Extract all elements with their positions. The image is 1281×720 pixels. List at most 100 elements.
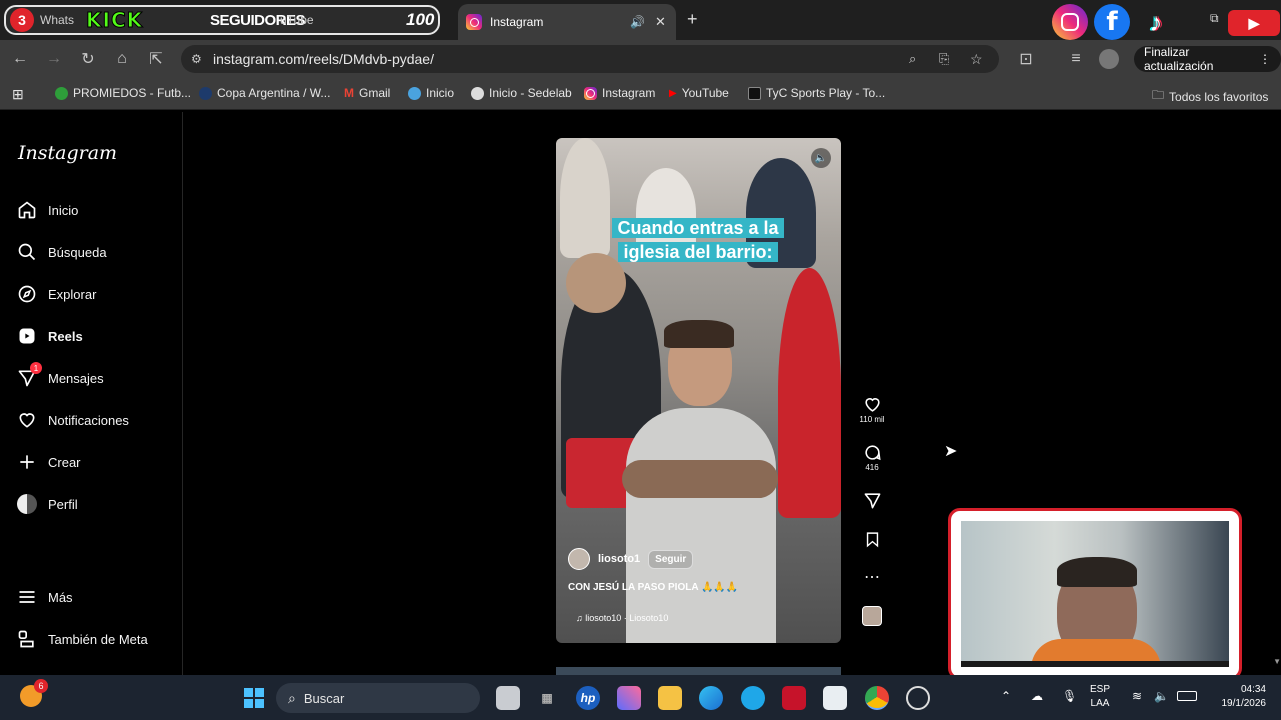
bookmark-tyc[interactable]: TyC Sports Play - To... bbox=[748, 86, 885, 100]
install-app-icon[interactable]: ⎘ bbox=[939, 51, 949, 67]
share-button[interactable] bbox=[858, 489, 886, 511]
hp-icon[interactable]: hp bbox=[576, 686, 600, 710]
reel-audio[interactable]: ♫ liosoto10 · Liosoto10 bbox=[576, 613, 668, 623]
microsoft-store-icon[interactable] bbox=[823, 686, 847, 710]
weather-widget-icon[interactable]: 6 bbox=[20, 679, 48, 707]
home-icon[interactable]: ⌂ bbox=[112, 49, 132, 69]
reel-description[interactable]: CON JESÚ LA PASO PIOLA 🙏🙏🙏 bbox=[568, 582, 738, 593]
youtube-overlay-icon: ▶ bbox=[1228, 10, 1280, 36]
forward-icon[interactable]: → bbox=[44, 49, 64, 69]
bookmark-inicio[interactable]: Inicio bbox=[408, 86, 454, 100]
bookmark-youtube[interactable]: ▶ YouTube bbox=[669, 86, 729, 100]
comment-button[interactable]: 416 bbox=[858, 441, 886, 472]
nav-item-crear[interactable]: Crear bbox=[16, 450, 81, 474]
language-indicator[interactable]: ESP LAA bbox=[1090, 683, 1110, 711]
edge-icon[interactable] bbox=[699, 686, 723, 710]
scroll-down-arrow-icon[interactable]: ▼ bbox=[1273, 657, 1281, 666]
bookmark-star-icon[interactable]: ☆ bbox=[970, 51, 983, 68]
author-username[interactable]: liosoto1 bbox=[598, 553, 640, 565]
keyboard-layout: LAA bbox=[1090, 698, 1110, 709]
bookmark-label: YouTube bbox=[681, 86, 729, 100]
streamer-hair bbox=[1057, 557, 1137, 587]
mcafee-icon[interactable] bbox=[782, 686, 806, 710]
nav-item-mas[interactable]: Más bbox=[16, 585, 73, 609]
bookmark-promiedos[interactable]: PROMIEDOS - Futb... bbox=[55, 86, 191, 100]
volume-icon[interactable]: 🔈 bbox=[1154, 689, 1169, 703]
all-bookmarks-folder[interactable]: 🗀 Todos los favoritos bbox=[1152, 86, 1268, 107]
bookmark-label: PROMIEDOS - Futb... bbox=[73, 86, 192, 100]
instagram-logo[interactable]: Instagram bbox=[18, 142, 117, 164]
messages-badge: 1 bbox=[30, 362, 42, 374]
instagram-sidebar: Instagram Inicio Búsqueda Explorar Reels… bbox=[0, 112, 183, 675]
zoom-icon[interactable]: ⌕ bbox=[909, 51, 916, 67]
nav-item-busqueda[interactable]: Búsqueda bbox=[16, 240, 107, 264]
taskbar-clock[interactable]: 04:34 19/1/2026 bbox=[1208, 683, 1267, 711]
browser-tab-whatsapp[interactable]: 3 Whats KICK SEGUIDORES uTube 100 bbox=[4, 5, 440, 35]
woman-red-shirt bbox=[778, 268, 841, 518]
speaker-icon[interactable]: 🔊 bbox=[630, 15, 645, 29]
nav-item-inicio[interactable]: Inicio bbox=[16, 198, 78, 222]
plus-icon bbox=[16, 451, 38, 473]
file-explorer-icon[interactable] bbox=[658, 686, 682, 710]
new-tab-icon[interactable]: + bbox=[687, 9, 698, 30]
nav-label: Reels bbox=[48, 328, 83, 344]
more-menu-icon[interactable]: ⋮ bbox=[1259, 52, 1271, 66]
address-bar[interactable]: ⚙ instagram.com/reels/DMdvb-pydae/ ⌕ ⎘ ☆ bbox=[181, 45, 999, 73]
profile-avatar[interactable] bbox=[1099, 49, 1119, 69]
site-info-icon[interactable]: ⚙ bbox=[191, 52, 202, 66]
tab-search-icon[interactable]: ⊡ bbox=[1016, 49, 1036, 69]
wifi-icon[interactable]: ≋ bbox=[1132, 689, 1142, 703]
nav-label: También de Meta bbox=[48, 631, 148, 647]
restore-window-icon[interactable]: ⧉ bbox=[1210, 11, 1219, 26]
show-hidden-icons-icon[interactable]: ⌃ bbox=[1001, 689, 1011, 703]
browser-toolbar: ← → ↻ ⌂ ⇱ ⚙ instagram.com/reels/DMdvb-py… bbox=[0, 40, 1281, 78]
nav-label: Más bbox=[48, 589, 73, 605]
battery-icon[interactable] bbox=[1177, 691, 1197, 701]
bookmark-copa-argentina[interactable]: Copa Argentina / W... bbox=[199, 86, 330, 100]
reels-icon bbox=[16, 325, 38, 347]
apps-grid-icon[interactable]: ⊞ bbox=[12, 86, 24, 103]
nav-label: Inicio bbox=[48, 202, 79, 218]
nav-item-reels[interactable]: Reels bbox=[16, 324, 83, 348]
volume-icon[interactable]: 🔈 bbox=[811, 148, 831, 168]
share-icon[interactable]: ⇱ bbox=[146, 49, 166, 69]
ccleaner-icon[interactable] bbox=[741, 686, 765, 710]
clock-date: 19/1/2026 bbox=[1221, 698, 1267, 709]
language-code: ESP bbox=[1090, 684, 1111, 695]
reel-video[interactable]: Cuando entras a la iglesia del barrio: 🔈… bbox=[556, 138, 841, 643]
messenger-icon: 1 bbox=[16, 362, 42, 389]
app-icon[interactable]: ▦ bbox=[535, 686, 559, 710]
finish-update-button[interactable]: Finalizar actualización ⋮ bbox=[1134, 45, 1281, 73]
heart-icon bbox=[863, 393, 882, 415]
overlay-text: Cuando entras a la iglesia del barrio: bbox=[612, 218, 784, 262]
nav-item-perfil[interactable]: Perfil bbox=[16, 492, 78, 516]
bookmark-gmail[interactable]: M Gmail bbox=[344, 86, 390, 100]
more-options-button[interactable]: ⋯ bbox=[858, 566, 886, 588]
windows-start-icon[interactable] bbox=[242, 686, 266, 710]
browser-tab-instagram[interactable]: Instagram 🔊 ✕ bbox=[458, 4, 676, 40]
reload-icon[interactable]: ↻ bbox=[78, 49, 98, 69]
bookmarks-bar: ⊞ PROMIEDOS - Futb... Copa Argentina / W… bbox=[0, 78, 1281, 110]
audio-thumbnail[interactable] bbox=[858, 606, 886, 626]
media-control-icon[interactable]: ≡ bbox=[1066, 49, 1086, 69]
taskbar-search[interactable]: ⌕ Buscar bbox=[276, 683, 480, 713]
obs-icon[interactable] bbox=[906, 686, 930, 710]
bookmark-instagram[interactable]: Instagram bbox=[584, 86, 655, 100]
author-avatar[interactable] bbox=[568, 548, 590, 570]
bookmark-sedelab[interactable]: Inicio - Sedelab bbox=[471, 86, 572, 100]
nav-item-explorar[interactable]: Explorar bbox=[16, 282, 96, 306]
copilot-icon[interactable] bbox=[617, 686, 641, 710]
follow-button[interactable]: Seguir bbox=[648, 549, 694, 569]
save-button[interactable] bbox=[858, 528, 886, 550]
close-tab-icon[interactable]: ✕ bbox=[655, 14, 666, 30]
reel-text-overlay: Cuando entras a la iglesia del barrio: bbox=[612, 216, 784, 264]
microphone-icon[interactable]: 🎙 bbox=[1062, 689, 1077, 703]
nav-item-meta[interactable]: También de Meta bbox=[16, 627, 148, 651]
task-view-icon[interactable] bbox=[496, 686, 520, 710]
like-button[interactable]: 110 mil bbox=[858, 393, 886, 424]
back-icon[interactable]: ← bbox=[10, 49, 30, 69]
onedrive-icon[interactable]: ☁ bbox=[1031, 689, 1043, 703]
chrome-icon[interactable] bbox=[865, 686, 889, 710]
nav-item-notificaciones[interactable]: Notificaciones bbox=[16, 408, 129, 432]
nav-item-mensajes[interactable]: 1 Mensajes bbox=[16, 362, 104, 390]
